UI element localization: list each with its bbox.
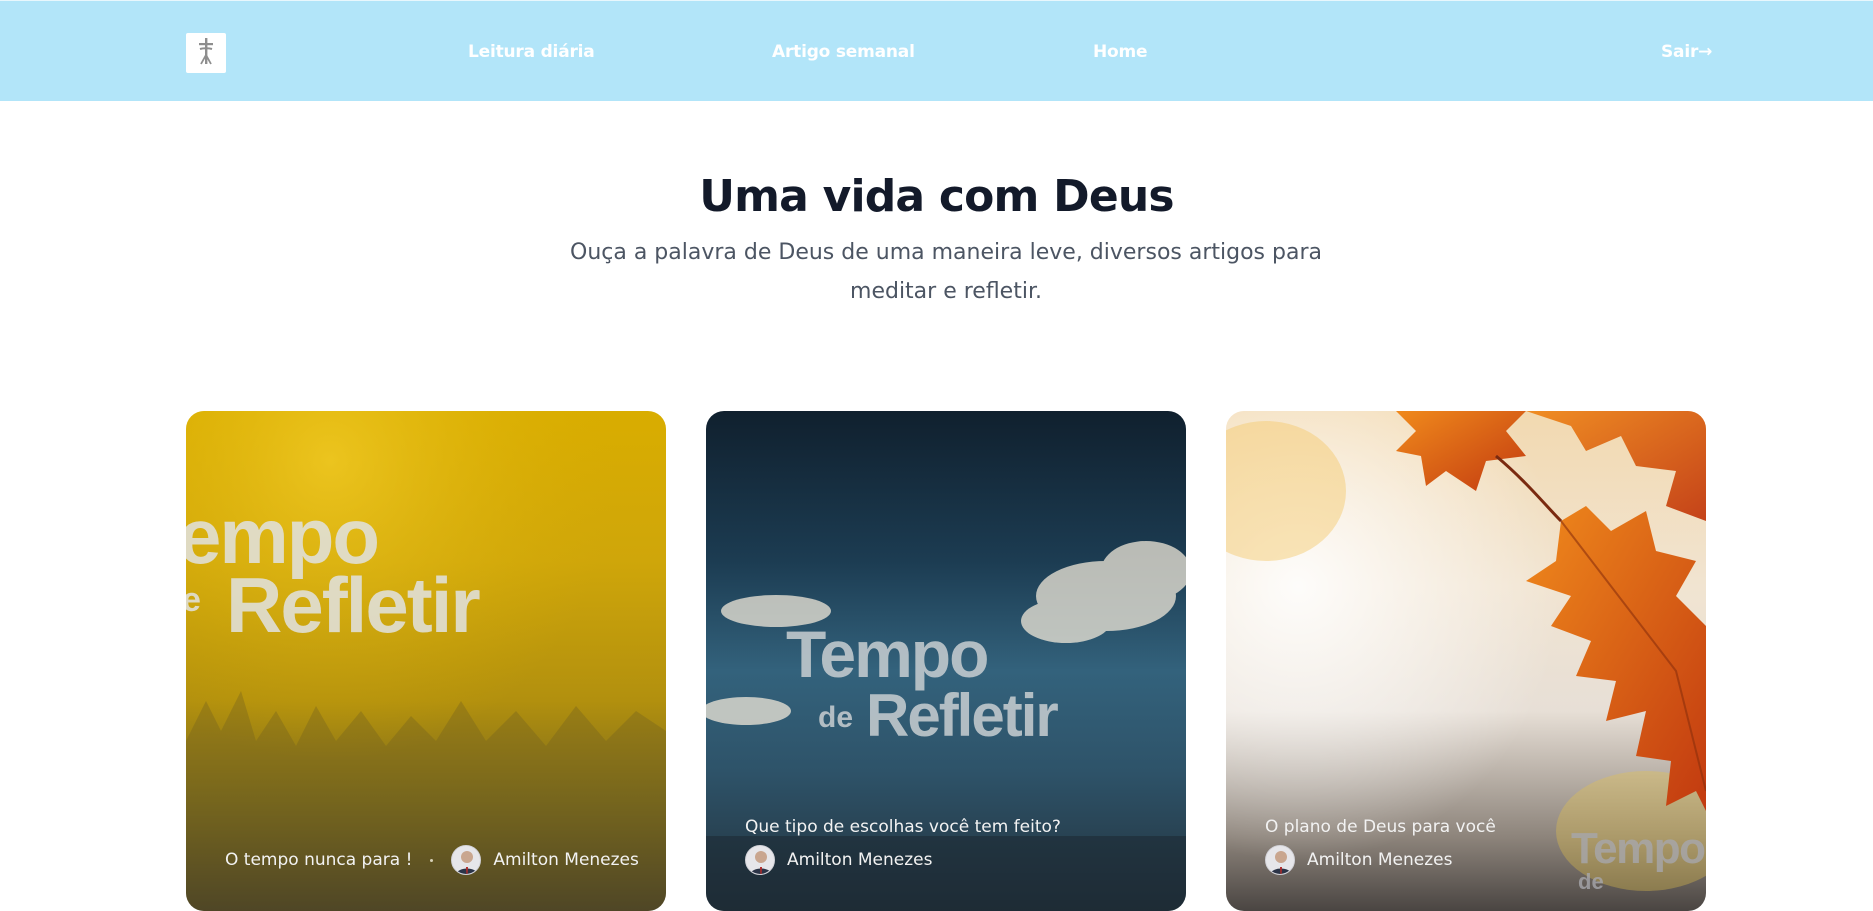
author-name[interactable]: Amilton Menezes bbox=[787, 850, 932, 870]
image-text-line-1: Tempo bbox=[1571, 824, 1706, 873]
image-text-line-1: Tempo bbox=[786, 617, 989, 691]
card-meta: Amilton Menezes bbox=[745, 845, 932, 875]
article-card[interactable]: Tempo de Refletir Que tipo de escolhas v… bbox=[706, 411, 1186, 911]
image-text-small: e bbox=[186, 581, 201, 619]
card-meta: O tempo nunca para ! Amilton Menezes bbox=[225, 845, 639, 875]
logo[interactable] bbox=[186, 33, 226, 73]
card-meta: Amilton Menezes bbox=[1265, 845, 1452, 875]
top-nav-bar: Leitura diária Artigo semanal Home Sair→ bbox=[0, 0, 1873, 101]
article-title[interactable]: O tempo nunca para ! bbox=[225, 850, 412, 870]
article-title[interactable]: O plano de Deus para você bbox=[1265, 817, 1496, 837]
page-title: Uma vida com Deus bbox=[699, 171, 1174, 222]
article-image bbox=[186, 411, 666, 911]
article-title[interactable]: Que tipo de escolhas você tem feito? bbox=[745, 817, 1061, 837]
article-card[interactable]: empo e Refletir O tempo nunca para ! Ami… bbox=[186, 411, 666, 911]
nav-artigo-semanal[interactable]: Artigo semanal bbox=[772, 42, 915, 62]
avatar bbox=[451, 845, 482, 875]
page-subtitle: Ouça a palavra de Deus de uma maneira le… bbox=[570, 240, 1322, 304]
article-card[interactable]: Tempo de O plano de Deus para você Amilt… bbox=[1226, 411, 1706, 911]
author-name[interactable]: Amilton Menezes bbox=[493, 850, 638, 870]
nav-leitura-diaria[interactable]: Leitura diária bbox=[468, 42, 595, 62]
image-text-line-2: Refletir bbox=[226, 561, 481, 649]
logout-button[interactable]: Sair→ bbox=[1661, 42, 1712, 62]
image-text-line-2: Refletir bbox=[866, 682, 1059, 749]
avatar bbox=[745, 845, 775, 875]
nav-home[interactable]: Home bbox=[1093, 42, 1148, 62]
author-name[interactable]: Amilton Menezes bbox=[1307, 850, 1452, 870]
cross-icon bbox=[195, 36, 217, 70]
separator-dot bbox=[430, 858, 434, 862]
avatar bbox=[1265, 845, 1295, 875]
image-text-small: de bbox=[818, 701, 854, 734]
image-text-small: de bbox=[1578, 869, 1604, 894]
